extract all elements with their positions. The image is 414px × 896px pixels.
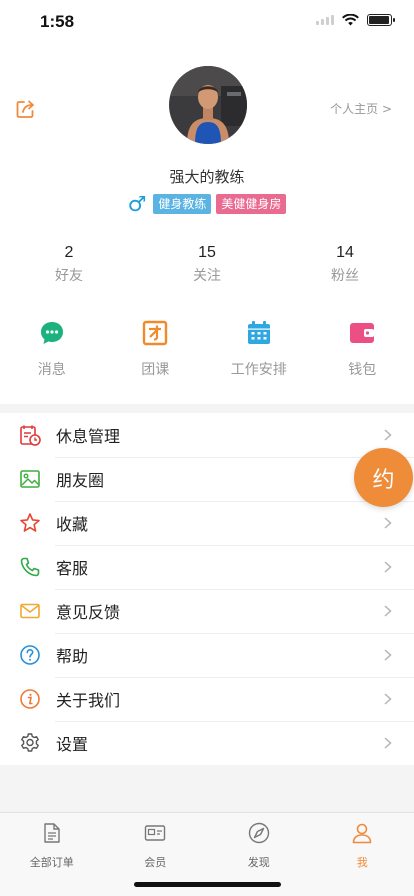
person-icon bbox=[352, 823, 372, 844]
rest-calendar-icon bbox=[20, 425, 41, 446]
tab-me[interactable]: 我 bbox=[311, 813, 414, 896]
quick-label: 团课 bbox=[141, 362, 170, 378]
stat-value: 14 bbox=[336, 244, 354, 261]
quick-schedule[interactable]: 工作安排 bbox=[207, 320, 311, 379]
quick-messages[interactable]: 消息 bbox=[0, 320, 104, 379]
tab-label: 我 bbox=[356, 856, 368, 869]
tab-label: 会员 bbox=[144, 856, 167, 869]
menu-moments[interactable]: 朋友圈 bbox=[0, 457, 414, 501]
tab-label: 全部订单 bbox=[29, 856, 74, 869]
menu-customer-service[interactable]: 客服 bbox=[0, 545, 414, 589]
menu-favorites[interactable]: 收藏 bbox=[0, 501, 414, 545]
stat-value: 2 bbox=[64, 244, 74, 261]
menu-label: 设置 bbox=[56, 735, 89, 754]
menu-label: 客服 bbox=[56, 559, 89, 578]
share-icon[interactable] bbox=[15, 98, 37, 120]
quick-wallet[interactable]: 钱包 bbox=[311, 320, 414, 379]
stat-friends[interactable]: 2 好友 bbox=[0, 244, 138, 285]
menu-label: 帮助 bbox=[56, 647, 89, 666]
wallet-icon bbox=[350, 323, 375, 343]
menu-settings[interactable]: 设置 bbox=[0, 721, 414, 765]
tag-gym: 美健健身房 bbox=[216, 194, 287, 214]
stat-fans[interactable]: 14 粉丝 bbox=[276, 244, 414, 285]
chevron-right-icon bbox=[384, 737, 392, 749]
phone-icon bbox=[20, 557, 40, 577]
menu-label: 关于我们 bbox=[56, 691, 121, 710]
member-card-icon bbox=[145, 825, 166, 841]
message-icon bbox=[40, 322, 63, 344]
quick-label: 消息 bbox=[37, 362, 66, 378]
menu-feedback[interactable]: 意见反馈 bbox=[0, 589, 414, 633]
stats-row: 2 好友 15 关注 14 粉丝 bbox=[0, 244, 414, 285]
stat-label: 粉丝 bbox=[331, 268, 359, 284]
tab-all-orders[interactable]: 全部订单 bbox=[0, 813, 104, 896]
stat-value: 15 bbox=[198, 244, 216, 261]
chevron-right-icon bbox=[384, 517, 392, 529]
info-icon bbox=[20, 689, 40, 709]
wifi-icon bbox=[342, 14, 359, 26]
chevron-right-icon bbox=[384, 693, 392, 705]
stat-label: 好友 bbox=[55, 268, 83, 284]
help-icon bbox=[20, 645, 40, 665]
quick-group-class[interactable]: 团课 bbox=[104, 320, 208, 379]
menu-label: 朋友圈 bbox=[56, 471, 105, 490]
book-button[interactable]: 约 bbox=[354, 448, 413, 507]
status-time: 1:58 bbox=[40, 12, 75, 31]
status-bar: 1:58 bbox=[0, 0, 414, 44]
compass-icon bbox=[248, 822, 269, 844]
male-icon: ♂ bbox=[127, 192, 147, 216]
battery-icon bbox=[367, 14, 395, 26]
chevron-right-icon bbox=[384, 605, 392, 617]
menu-label: 意见反馈 bbox=[56, 603, 121, 622]
settings-menu: 休息管理 朋友圈 收藏 客服 意见反馈 帮助 关于我们 设置 bbox=[0, 413, 414, 765]
quick-label: 钱包 bbox=[348, 362, 377, 378]
star-icon bbox=[20, 513, 40, 532]
profile-header: 个人主页 > 强大的教练 ♂ 健身教练 美健健身房 2 好友 15 关注 14 bbox=[0, 44, 414, 404]
menu-label: 休息管理 bbox=[56, 427, 121, 446]
quick-label: 工作安排 bbox=[230, 362, 287, 378]
home-indicator bbox=[134, 882, 281, 887]
chevron-right-icon bbox=[384, 561, 392, 573]
avatar[interactable] bbox=[169, 66, 247, 144]
tab-label: 发现 bbox=[247, 856, 270, 869]
chevron-right-icon bbox=[384, 649, 392, 661]
document-icon bbox=[44, 823, 60, 843]
profile-name: 强大的教练 bbox=[169, 168, 245, 186]
menu-rest-management[interactable]: 休息管理 bbox=[0, 413, 414, 457]
chevron-right-icon bbox=[384, 429, 392, 441]
menu-help[interactable]: 帮助 bbox=[0, 633, 414, 677]
image-icon bbox=[20, 470, 40, 488]
signal-icon bbox=[316, 15, 334, 25]
status-icons bbox=[316, 14, 395, 26]
quick-actions: 消息 团课 工作安排 钱包 bbox=[0, 320, 414, 379]
homepage-link[interactable]: 个人主页 > bbox=[330, 100, 392, 117]
tag-role: 健身教练 bbox=[153, 194, 212, 214]
gear-icon bbox=[21, 733, 39, 752]
stat-label: 关注 bbox=[193, 268, 221, 284]
mail-icon bbox=[20, 603, 40, 619]
menu-label: 收藏 bbox=[56, 515, 89, 534]
profile-tags: ♂ 健身教练 美健健身房 bbox=[0, 192, 414, 216]
calendar-icon bbox=[247, 321, 270, 344]
group-class-icon bbox=[143, 320, 168, 346]
menu-about-us[interactable]: 关于我们 bbox=[0, 677, 414, 721]
stat-following[interactable]: 15 关注 bbox=[138, 244, 276, 285]
